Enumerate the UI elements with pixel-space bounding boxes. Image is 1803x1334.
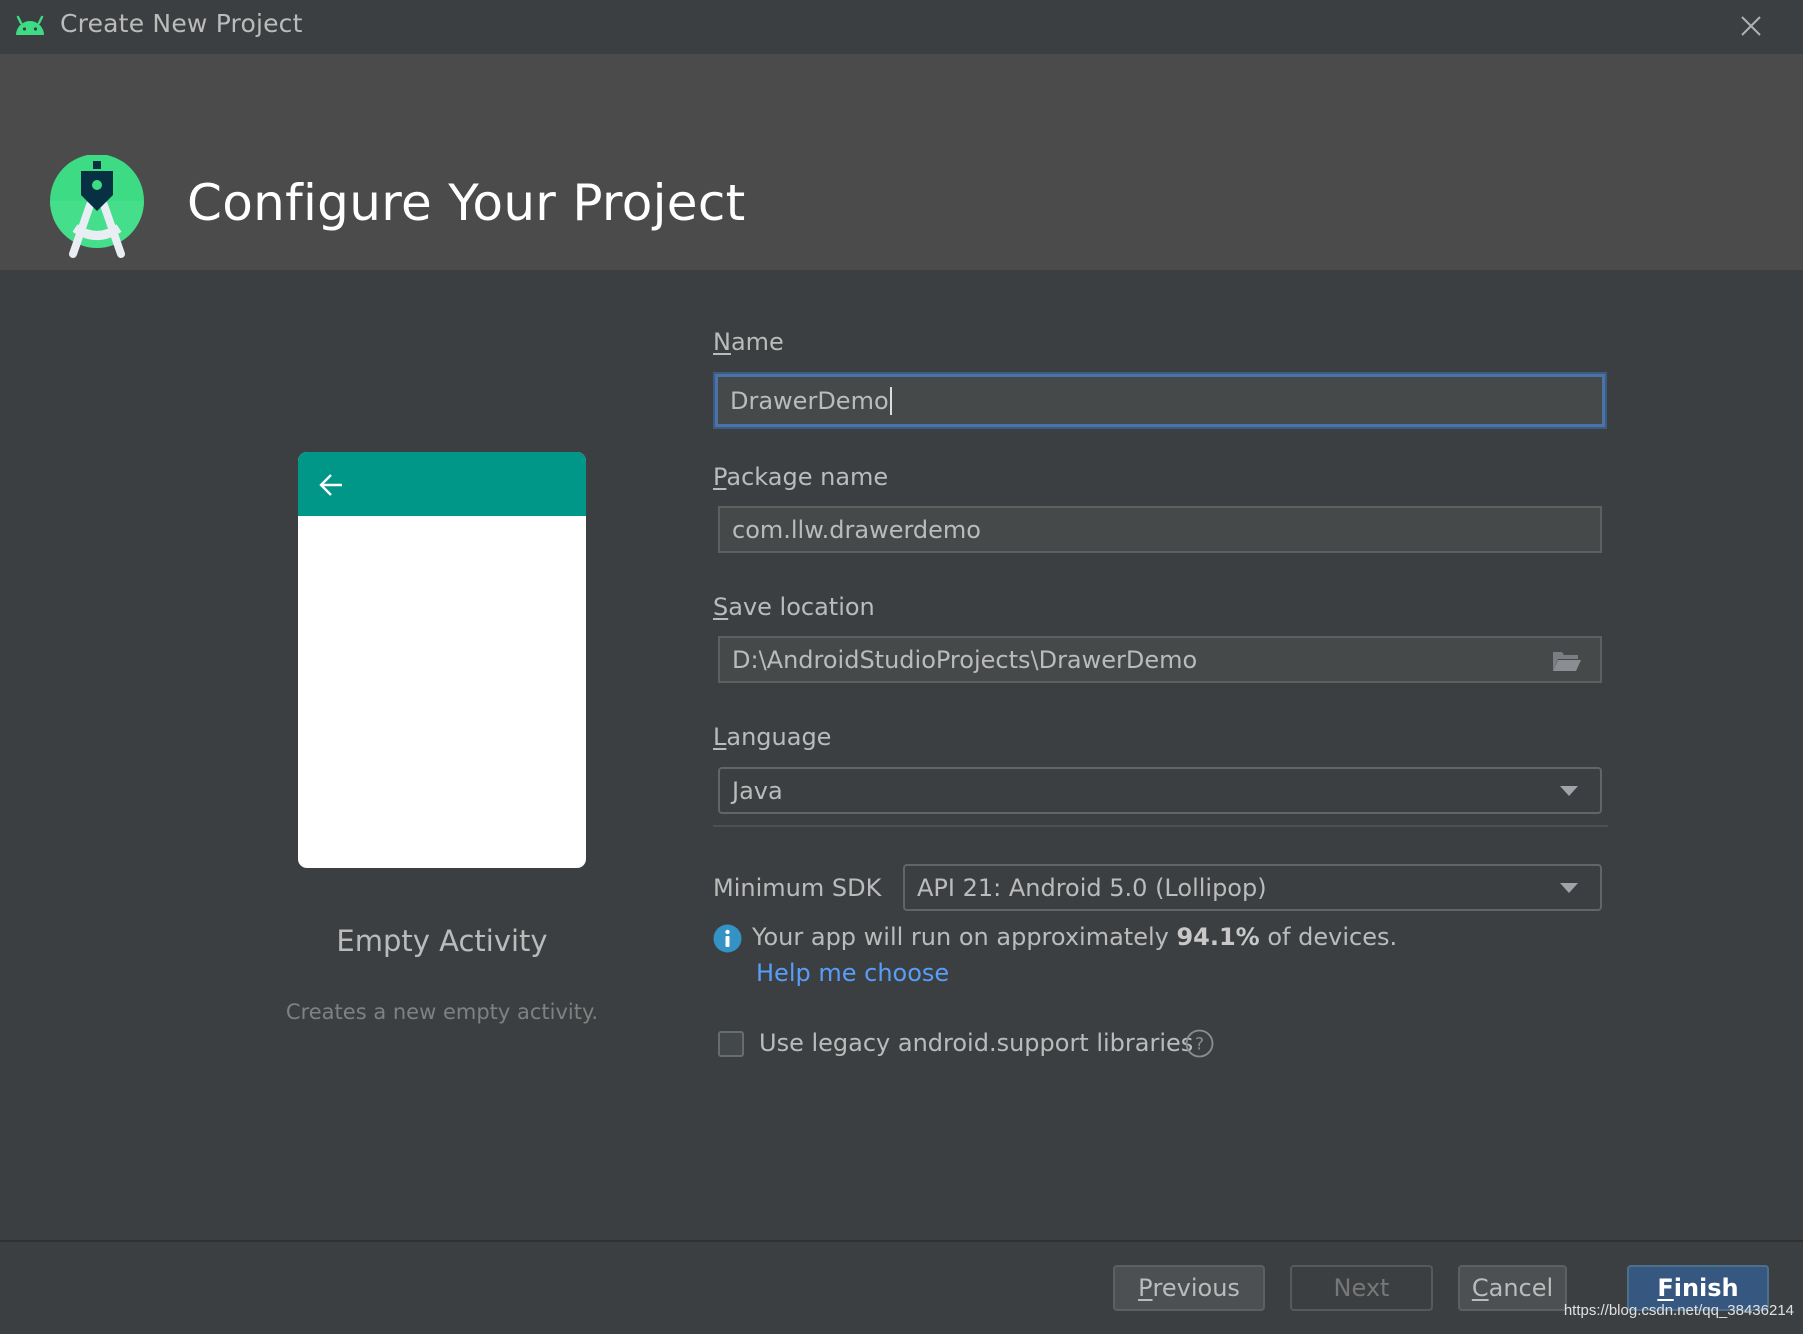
folder-open-icon[interactable] bbox=[1552, 650, 1582, 672]
save-location-input[interactable]: D:\AndroidStudioProjects\DrawerDemo bbox=[718, 636, 1602, 683]
question-icon[interactable]: ? bbox=[1185, 1029, 1214, 1058]
previous-button[interactable]: Previous bbox=[1113, 1265, 1265, 1311]
page-title: Configure Your Project bbox=[187, 174, 746, 232]
template-name: Empty Activity bbox=[336, 924, 548, 958]
template-description: Creates a new empty activity. bbox=[285, 1000, 599, 1024]
info-icon bbox=[713, 924, 742, 953]
min-sdk-label: Minimum SDK bbox=[713, 874, 882, 902]
android-studio-logo bbox=[50, 155, 144, 258]
name-label: Name bbox=[713, 328, 784, 356]
min-sdk-value: API 21: Android 5.0 (Lollipop) bbox=[917, 873, 1267, 902]
header-band: Configure Your Project bbox=[0, 54, 1803, 270]
text-cursor bbox=[889, 386, 892, 415]
name-input-value: DrawerDemo bbox=[730, 386, 889, 415]
package-name-value: com.llw.drawerdemo bbox=[732, 515, 981, 544]
title-bar: Create New Project bbox=[0, 0, 1803, 54]
chevron-down-icon bbox=[1560, 785, 1578, 796]
device-coverage-text: Your app will run on approximately 94.1%… bbox=[752, 923, 1398, 951]
divider bbox=[713, 825, 1608, 827]
language-dropdown[interactable]: Java bbox=[718, 767, 1602, 814]
watermark-text: https://blog.csdn.net/qq_38436214 bbox=[1563, 1302, 1794, 1319]
svg-text:?: ? bbox=[1195, 1035, 1204, 1055]
window-title: Create New Project bbox=[60, 9, 303, 38]
language-label: Language bbox=[713, 723, 832, 751]
android-icon bbox=[16, 15, 44, 35]
package-name-label: Package name bbox=[713, 463, 889, 491]
language-value: Java bbox=[732, 776, 783, 805]
cancel-button[interactable]: Cancel bbox=[1458, 1265, 1567, 1311]
package-name-input[interactable]: com.llw.drawerdemo bbox=[718, 506, 1602, 553]
chevron-down-icon bbox=[1560, 882, 1578, 893]
template-preview bbox=[298, 452, 586, 868]
device-coverage-percent: 94.1% bbox=[1176, 923, 1260, 951]
help-me-choose-link[interactable]: Help me choose bbox=[756, 959, 949, 987]
close-icon[interactable] bbox=[1737, 12, 1765, 40]
legacy-support-checkbox[interactable] bbox=[718, 1031, 744, 1057]
legacy-support-label[interactable]: Use legacy android.support libraries bbox=[759, 1029, 1193, 1057]
next-button[interactable]: Next bbox=[1290, 1265, 1433, 1311]
arrow-left-icon bbox=[319, 474, 342, 496]
footer-divider bbox=[0, 1240, 1803, 1242]
save-location-label: Save location bbox=[713, 593, 875, 621]
name-input[interactable]: DrawerDemo bbox=[715, 374, 1605, 427]
save-location-value: D:\AndroidStudioProjects\DrawerDemo bbox=[732, 645, 1198, 674]
min-sdk-dropdown[interactable]: API 21: Android 5.0 (Lollipop) bbox=[903, 864, 1602, 911]
